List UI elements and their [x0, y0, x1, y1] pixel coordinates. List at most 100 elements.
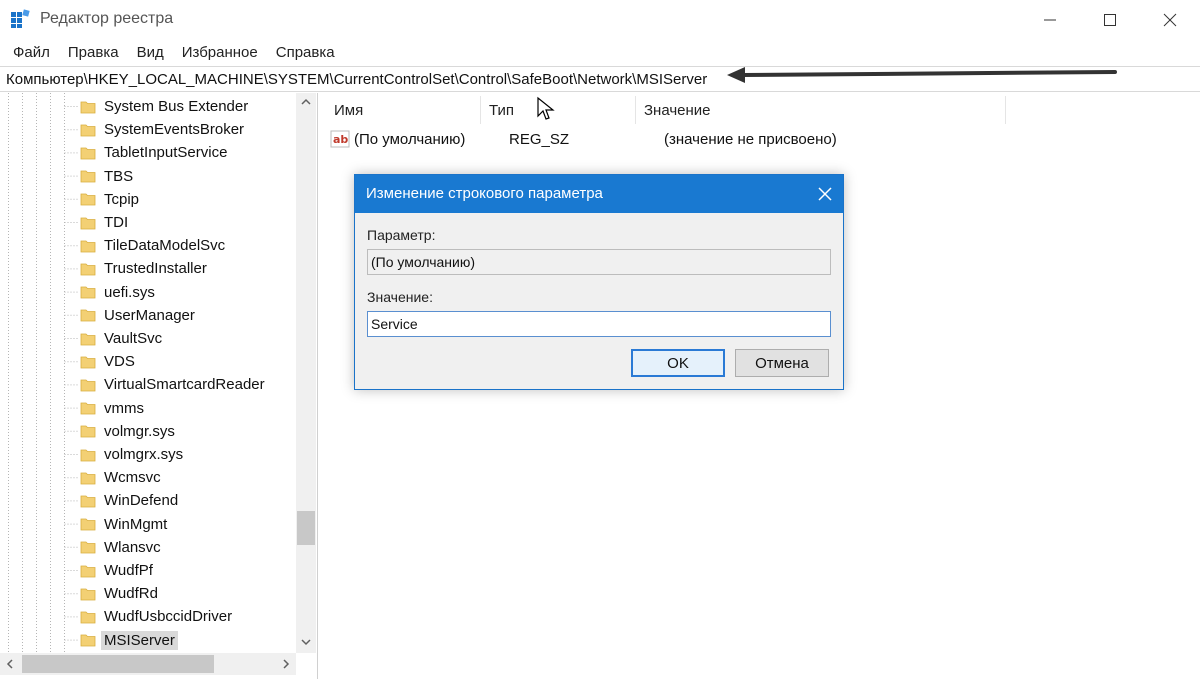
menu-help[interactable]: Справка [267, 40, 344, 66]
tree-item[interactable]: TrustedInstaller [80, 257, 207, 280]
tree-item[interactable]: WudfRd [80, 582, 158, 605]
minimize-icon [1044, 19, 1056, 21]
folder-icon [80, 124, 96, 137]
maximize-icon [1104, 14, 1116, 26]
close-window-button[interactable] [1140, 0, 1200, 40]
chevron-right-icon [283, 659, 290, 669]
menu-favorites[interactable]: Избранное [173, 40, 267, 66]
tree-item[interactable]: TDI [80, 211, 128, 234]
folder-icon [80, 286, 96, 299]
chevron-left-icon [6, 659, 13, 669]
menu-view[interactable]: Вид [128, 40, 173, 66]
scroll-thumb-horizontal[interactable] [22, 655, 214, 673]
folder-icon [80, 333, 96, 345]
folder-icon [80, 240, 96, 253]
row-name: (По умолчанию) [354, 130, 466, 148]
folder-icon [80, 565, 96, 577]
dialog-close-icon[interactable] [815, 184, 835, 204]
folder-icon [80, 309, 96, 322]
tree-item-label: WudfPf [104, 562, 153, 579]
scroll-left-button[interactable] [0, 653, 20, 675]
column-name[interactable]: Имя [326, 96, 481, 124]
tree-item[interactable]: UserManager [80, 304, 195, 327]
title-bar: Редактор реестра [0, 0, 1200, 40]
tree-item[interactable]: WinMgmt [80, 513, 167, 536]
chevron-down-icon [301, 639, 311, 646]
tree-item-label: WudfRd [104, 585, 158, 603]
scroll-up-button[interactable] [296, 93, 316, 111]
tree-item[interactable]: SystemEventsBroker [80, 118, 244, 141]
param-label: Параметр: [367, 227, 436, 243]
tree-item[interactable]: Tcpip [80, 188, 139, 211]
cancel-button[interactable]: Отмена [735, 349, 829, 377]
folder-icon [80, 263, 96, 276]
column-type[interactable]: Тип [481, 96, 636, 124]
tree-item[interactable]: System Bus Extender [80, 95, 248, 118]
tree-item[interactable]: VirtualSmartcardReader [80, 373, 265, 396]
folder-icon [80, 634, 96, 647]
tree-item[interactable]: TileDataModelSvc [80, 234, 225, 257]
menu-bar: Файл Правка Вид Избранное Справка [0, 40, 1200, 66]
tree-item-label: volmgr.sys [104, 422, 175, 440]
tree-item[interactable]: volmgr.sys [80, 420, 175, 443]
minimize-button[interactable] [1020, 0, 1080, 40]
tree-item-label: uefi.sys [104, 283, 155, 301]
tree-item[interactable]: Wlansvc [80, 536, 161, 559]
folder-icon [80, 379, 96, 392]
address-path[interactable]: Компьютер\HKEY_LOCAL_MACHINE\SYSTEM\Curr… [6, 71, 707, 88]
arrow-annotation-icon [727, 67, 1117, 83]
tree-guide-lines [8, 93, 78, 653]
row-type: REG_SZ [509, 130, 570, 148]
tree-item[interactable]: volmgrx.sys [80, 443, 183, 466]
ok-button[interactable]: OK [631, 349, 725, 377]
tree-item[interactable]: VDS [80, 350, 135, 373]
tree-item[interactable]: TabletInputService [80, 141, 227, 164]
folder-icon [80, 495, 96, 508]
string-value-icon: ab [330, 130, 350, 148]
menu-edit[interactable]: Правка [59, 40, 128, 66]
tree-item-label: TrustedInstaller [104, 260, 207, 278]
tree-item[interactable]: Wcmsvc [80, 466, 161, 489]
key-tree[interactable]: System Bus Extender SystemEventsBroker Tab… [0, 93, 318, 679]
tree-item-label: TBS [104, 167, 134, 185]
tree-item-label: WinDefend [104, 492, 179, 510]
value-label: Значение: [367, 289, 433, 305]
tree-item[interactable]: VaultSvc [80, 327, 162, 350]
folder-icon [80, 588, 96, 601]
dialog-title: Изменение строкового параметра [366, 185, 603, 202]
tree-item-label: Wcmsvc [104, 469, 161, 487]
tree-vertical-scrollbar[interactable] [296, 93, 316, 653]
folder-icon [80, 518, 96, 531]
folder-icon [80, 147, 96, 160]
tree-item[interactable]: WinDefend [80, 489, 178, 512]
edit-string-dialog: Изменение строкового параметра Параметр:… [354, 174, 844, 390]
tree-item[interactable]: MSIServer [80, 629, 178, 652]
tree-item[interactable]: WudfPf [80, 559, 153, 582]
scroll-down-button[interactable] [296, 633, 316, 651]
maximize-button[interactable] [1080, 0, 1140, 40]
tree-item[interactable]: WudfUsbccidDriver [80, 605, 232, 628]
close-icon [1163, 13, 1177, 27]
window-title: Редактор реестра [40, 10, 174, 27]
column-value[interactable]: Значение [636, 96, 1006, 124]
folder-icon [80, 217, 96, 229]
tree-item[interactable]: vmms [80, 397, 144, 420]
tree-item[interactable]: TBS [80, 165, 133, 188]
tree-item-label: VaultSvc [104, 330, 163, 347]
list-header: Имя Тип Значение [326, 96, 1006, 124]
registry-editor-icon [11, 9, 30, 28]
tree-horizontal-scrollbar[interactable] [0, 653, 296, 675]
tree-item[interactable]: uefi.sys [80, 281, 155, 304]
param-field [367, 249, 831, 275]
tree-item-label: MSIServer [101, 630, 178, 650]
tree-item-label: VirtualSmartcardReader [104, 376, 265, 394]
scroll-thumb[interactable] [297, 511, 315, 545]
folder-icon [80, 101, 96, 113]
scroll-right-button[interactable] [276, 653, 296, 675]
value-input[interactable] [367, 311, 831, 337]
tree-item-label: WudfUsbccidDriver [104, 608, 233, 626]
tree-item-label: TDI [104, 214, 129, 231]
list-row[interactable]: ab (По умолчанию) REG_SZ (значение не пр… [330, 127, 837, 151]
tree-item-label: volmgrx.sys [104, 446, 184, 463]
menu-file[interactable]: Файл [4, 40, 59, 66]
